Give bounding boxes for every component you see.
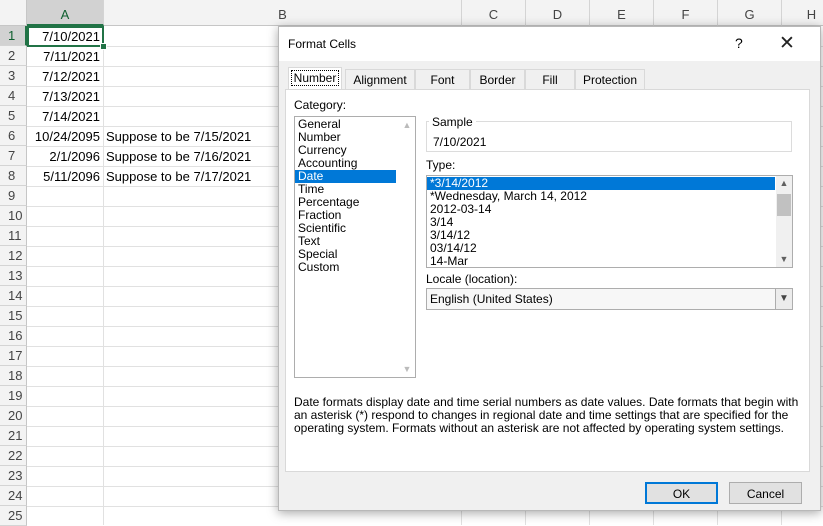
scroll-up-icon[interactable]: ▲ bbox=[402, 120, 412, 130]
row-header[interactable]: 7 bbox=[0, 146, 27, 166]
cell-b6[interactable]: Suppose to be 7/15/2021 bbox=[104, 127, 251, 147]
active-cell-border bbox=[27, 26, 104, 47]
row-header[interactable]: 5 bbox=[0, 106, 27, 126]
row-header[interactable]: 2 bbox=[0, 46, 27, 66]
cell-b8[interactable]: Suppose to be 7/17/2021 bbox=[104, 167, 251, 187]
type-listbox[interactable]: *3/14/2012 *Wednesday, March 14, 2012 20… bbox=[426, 175, 793, 268]
row-header[interactable]: 18 bbox=[0, 366, 27, 386]
help-icon[interactable]: ? bbox=[735, 35, 743, 51]
locale-select[interactable]: English (United States) ▼ bbox=[426, 288, 793, 310]
cell-a3[interactable]: 7/12/2021 bbox=[27, 67, 103, 87]
column-header-g[interactable]: G bbox=[718, 0, 782, 26]
type-item[interactable]: 03/14/12 bbox=[427, 242, 792, 255]
format-cells-dialog: Format Cells ? ✕ Number Alignment Font B… bbox=[278, 26, 821, 511]
cancel-button[interactable]: Cancel bbox=[729, 482, 802, 504]
tab-font[interactable]: Font bbox=[415, 69, 470, 89]
column-header-h[interactable]: H bbox=[782, 0, 823, 26]
column-header-b[interactable]: B bbox=[104, 0, 462, 26]
type-item[interactable]: 3/14/12 bbox=[427, 229, 792, 242]
tab-protection[interactable]: Protection bbox=[575, 69, 645, 89]
row-header[interactable]: 25 bbox=[0, 506, 27, 526]
number-tab-panel: Category: General Number Currency Accoun… bbox=[285, 89, 810, 472]
column-header-c[interactable]: C bbox=[462, 0, 526, 26]
cell-a7[interactable]: 2/1/2096 bbox=[27, 147, 103, 167]
ok-button[interactable]: OK bbox=[645, 482, 718, 504]
row-header[interactable]: 17 bbox=[0, 346, 27, 366]
tab-border[interactable]: Border bbox=[470, 69, 525, 89]
row-header[interactable]: 13 bbox=[0, 266, 27, 286]
tab-number-label: Number bbox=[290, 70, 340, 86]
row-header[interactable]: 15 bbox=[0, 306, 27, 326]
cell-a8[interactable]: 5/11/2096 bbox=[27, 167, 103, 187]
gridline bbox=[103, 26, 104, 525]
type-item[interactable]: 14-Mar bbox=[427, 255, 792, 268]
scroll-down-icon[interactable]: ▼ bbox=[402, 364, 412, 374]
category-scrollbar[interactable]: ▲ ▼ bbox=[399, 117, 415, 377]
sample-value: 7/10/2021 bbox=[433, 135, 487, 149]
row-header[interactable]: 8 bbox=[0, 166, 27, 186]
column-header-d[interactable]: D bbox=[526, 0, 590, 26]
scroll-down-icon[interactable]: ▼ bbox=[779, 254, 789, 264]
row-header[interactable]: 19 bbox=[0, 386, 27, 406]
column-header-f[interactable]: F bbox=[654, 0, 718, 26]
category-item[interactable]: Custom bbox=[295, 261, 415, 274]
row-header[interactable]: 16 bbox=[0, 326, 27, 346]
row-header[interactable]: 23 bbox=[0, 466, 27, 486]
category-listbox[interactable]: General Number Currency Accounting Date … bbox=[294, 116, 416, 378]
type-label: Type: bbox=[426, 158, 456, 172]
close-icon[interactable]: ✕ bbox=[779, 32, 795, 55]
row-header[interactable]: 11 bbox=[0, 226, 27, 246]
cell-b7[interactable]: Suppose to be 7/16/2021 bbox=[104, 147, 251, 167]
select-all-corner[interactable] bbox=[0, 0, 27, 26]
column-header-a[interactable]: A bbox=[27, 0, 104, 26]
fill-handle[interactable] bbox=[100, 43, 107, 50]
type-scrollbar[interactable]: ▲ ▼ bbox=[776, 176, 792, 267]
type-item[interactable]: 2012-03-14 bbox=[427, 203, 792, 216]
row-header[interactable]: 24 bbox=[0, 486, 27, 506]
tab-alignment[interactable]: Alignment bbox=[345, 69, 415, 89]
locale-value: English (United States) bbox=[430, 292, 553, 306]
cell-a5[interactable]: 7/14/2021 bbox=[27, 107, 103, 127]
dialog-titlebar[interactable]: Format Cells ? ✕ bbox=[279, 27, 820, 61]
column-header-e[interactable]: E bbox=[590, 0, 654, 26]
scroll-up-icon[interactable]: ▲ bbox=[779, 178, 789, 188]
row-header[interactable]: 9 bbox=[0, 186, 27, 206]
chevron-down-icon[interactable]: ▼ bbox=[775, 289, 792, 309]
cell-a2[interactable]: 7/11/2021 bbox=[27, 47, 103, 67]
row-header[interactable]: 3 bbox=[0, 66, 27, 86]
row-header[interactable]: 1 bbox=[0, 26, 27, 46]
row-header[interactable]: 10 bbox=[0, 206, 27, 226]
locale-label: Locale (location): bbox=[426, 272, 518, 286]
tab-fill[interactable]: Fill bbox=[525, 69, 575, 89]
row-header[interactable]: 4 bbox=[0, 86, 27, 106]
category-label: Category: bbox=[294, 98, 347, 112]
row-header[interactable]: 6 bbox=[0, 126, 27, 146]
tab-number[interactable]: Number bbox=[288, 67, 342, 90]
row-header[interactable]: 20 bbox=[0, 406, 27, 426]
format-description: Date formats display date and time seria… bbox=[294, 395, 799, 435]
row-header[interactable]: 22 bbox=[0, 446, 27, 466]
dialog-title: Format Cells bbox=[288, 37, 357, 51]
cell-a6[interactable]: 10/24/2095 bbox=[27, 127, 103, 147]
cell-a4[interactable]: 7/13/2021 bbox=[27, 87, 103, 107]
scroll-thumb[interactable] bbox=[777, 194, 791, 216]
type-item[interactable]: 3/14 bbox=[427, 216, 792, 229]
row-header[interactable]: 14 bbox=[0, 286, 27, 306]
row-header[interactable]: 21 bbox=[0, 426, 27, 446]
row-header[interactable]: 12 bbox=[0, 246, 27, 266]
sample-label: Sample bbox=[429, 115, 476, 129]
